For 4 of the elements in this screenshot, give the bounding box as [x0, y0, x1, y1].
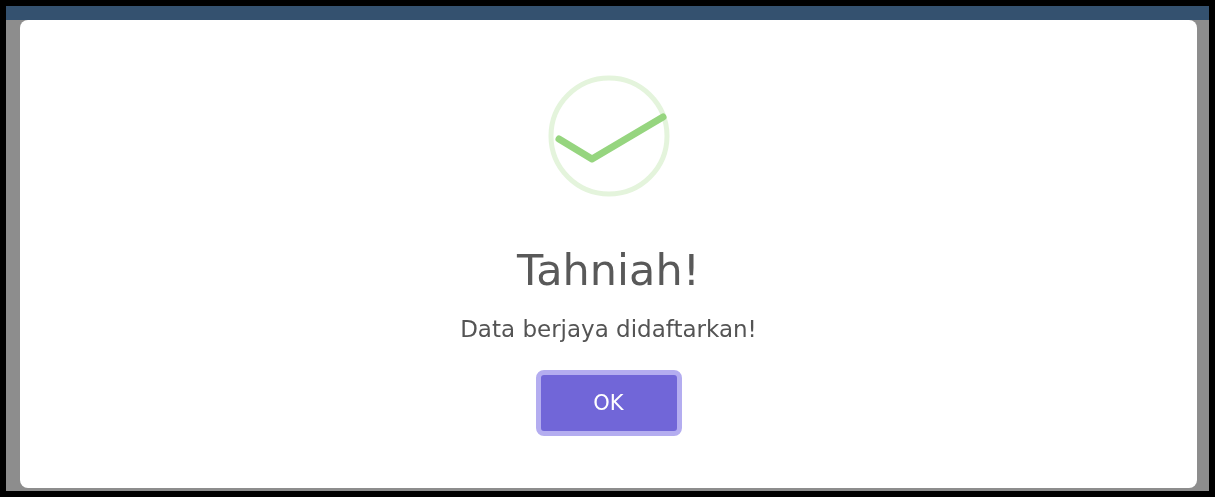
success-check-icon [546, 74, 671, 198]
dialog-title: Tahniah! [517, 244, 700, 296]
dialog-message: Data berjaya didaftarkan! [460, 315, 757, 344]
ok-button[interactable]: OK [535, 370, 682, 436]
